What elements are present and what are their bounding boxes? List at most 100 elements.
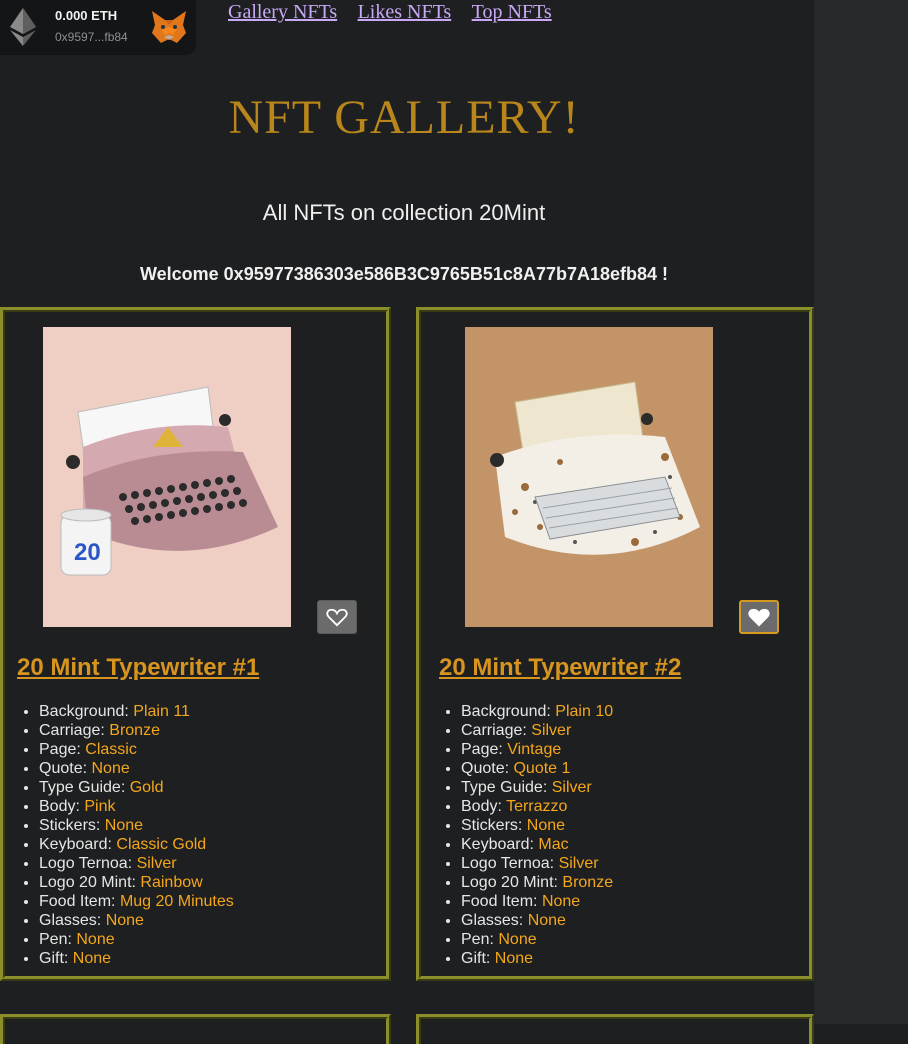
trait-label: Carriage:	[461, 722, 527, 739]
trait-value: None	[104, 817, 144, 834]
trait-value: Bronze	[562, 874, 614, 891]
nft-image[interactable]	[465, 327, 713, 627]
trait-item: Stickers: None	[39, 816, 234, 835]
trait-item: Glasses: None	[39, 911, 234, 930]
trait-label: Quote:	[461, 760, 510, 777]
trait-value: Classic	[85, 741, 137, 758]
nft-card-partial	[0, 1014, 391, 1044]
trait-value: None	[541, 893, 581, 910]
collection-subtitle: All NFTs on collection 20Mint	[262, 200, 546, 225]
trait-label: Quote:	[39, 760, 88, 777]
nft-title-link[interactable]: 20 Mint Typewriter #2	[439, 654, 681, 682]
trait-item: Keyboard: Mac	[461, 835, 613, 854]
trait-value: None	[72, 950, 112, 967]
trait-label: Pen:	[39, 931, 72, 948]
trait-item: Pen: None	[461, 930, 613, 949]
trait-value: None	[526, 817, 566, 834]
trait-label: Body:	[39, 798, 80, 815]
trait-value: None	[105, 912, 144, 929]
trait-item: Carriage: Bronze	[39, 721, 234, 740]
nav-gallery-nfts[interactable]: Gallery NFTs	[228, 1, 337, 23]
like-button[interactable]	[317, 600, 357, 634]
trait-item: Pen: None	[39, 930, 234, 949]
trait-label: Food Item:	[39, 893, 116, 910]
trait-label: Pen:	[461, 931, 494, 948]
trait-value: Silver	[531, 722, 572, 739]
trait-item: Glasses: None	[461, 911, 613, 930]
trait-list: Background: Plain 11 Carriage: Bronze Pa…	[17, 702, 234, 968]
terrazzo-typewriter-illustration	[490, 381, 700, 555]
trait-label: Food Item:	[461, 893, 538, 910]
trait-item: Logo Ternoa: Silver	[39, 854, 234, 873]
wallet-balance: 0.000 ETH	[55, 8, 118, 23]
wallet-widget[interactable]: 0.000 ETH 0x9597...fb84	[0, 0, 196, 55]
trait-value: Terrazzo	[506, 798, 568, 815]
trait-value: Plain 10	[555, 703, 614, 720]
trait-value: Mac	[538, 836, 569, 853]
page-side-strip	[814, 0, 908, 1024]
trait-item: Gift: None	[461, 949, 613, 968]
trait-label: Keyboard:	[39, 836, 112, 853]
trait-value: Quote 1	[513, 760, 571, 777]
page-title: NFT GALLERY!	[228, 91, 580, 144]
trait-label: Type Guide:	[39, 779, 126, 796]
trait-label: Carriage:	[39, 722, 105, 739]
trait-value: Mug 20 Minutes	[119, 893, 234, 910]
trait-item: Body: Pink	[39, 797, 234, 816]
trait-label: Logo Ternoa:	[39, 855, 133, 872]
ethereum-icon	[10, 8, 36, 46]
trait-item: Stickers: None	[461, 816, 613, 835]
nft-image[interactable]: 20	[43, 327, 291, 627]
trait-item: Type Guide: Gold	[39, 778, 234, 797]
trait-item: Quote: None	[39, 759, 234, 778]
trait-value: None	[76, 931, 115, 948]
trait-item: Background: Plain 11	[39, 702, 234, 721]
trait-value: Bronze	[109, 722, 160, 739]
trait-value: None	[498, 931, 537, 948]
trait-list: Background: Plain 10 Carriage: Silver Pa…	[439, 702, 613, 968]
nft-card-partial	[416, 1014, 814, 1044]
trait-value: None	[91, 760, 130, 777]
trait-value: Classic Gold	[116, 836, 207, 853]
welcome-message: Welcome 0x95977386303e586B3C9765B51c8A77…	[139, 264, 669, 284]
mug-label: 20	[74, 539, 101, 566]
nav-top-nfts[interactable]: Top NFTs	[472, 1, 552, 23]
trait-item: Carriage: Silver	[461, 721, 613, 740]
trait-value: Silver	[558, 855, 599, 872]
trait-item: Logo 20 Mint: Bronze	[461, 873, 613, 892]
metamask-fox-icon[interactable]	[150, 9, 188, 45]
trait-value: Silver	[136, 855, 177, 872]
heart-outline-icon	[326, 608, 348, 627]
trait-label: Logo 20 Mint:	[39, 874, 136, 891]
trait-value: Silver	[551, 779, 592, 796]
nft-title-link[interactable]: 20 Mint Typewriter #1	[17, 654, 259, 682]
trait-value: None	[494, 950, 534, 967]
heart-filled-icon	[748, 608, 770, 627]
trait-label: Gift:	[39, 950, 69, 967]
trait-item: Body: Terrazzo	[461, 797, 613, 816]
trait-item: Food Item: None	[461, 892, 613, 911]
top-nav: Gallery NFTs Likes NFTs Top NFTs	[228, 1, 568, 24]
wallet-address: 0x9597...fb84	[55, 30, 128, 44]
trait-label: Background:	[39, 703, 129, 720]
trait-value: Pink	[84, 798, 116, 815]
trait-value: Rainbow	[140, 874, 203, 891]
trait-label: Logo 20 Mint:	[461, 874, 558, 891]
trait-item: Background: Plain 10	[461, 702, 613, 721]
trait-label: Page:	[39, 741, 81, 758]
trait-item: Keyboard: Classic Gold	[39, 835, 234, 854]
trait-item: Gift: None	[39, 949, 234, 968]
trait-label: Stickers:	[39, 817, 101, 834]
trait-item: Logo Ternoa: Silver	[461, 854, 613, 873]
trait-label: Glasses:	[461, 912, 524, 929]
trait-item: Page: Classic	[39, 740, 234, 759]
trait-value: Plain 11	[133, 703, 190, 720]
trait-label: Page:	[461, 741, 503, 758]
nft-card: 20 20 Mint Typewriter #1 Background: Pla…	[0, 307, 391, 981]
like-button[interactable]	[739, 600, 779, 634]
trait-label: Keyboard:	[461, 836, 534, 853]
trait-label: Glasses:	[39, 912, 102, 929]
trait-label: Background:	[461, 703, 551, 720]
nav-likes-nfts[interactable]: Likes NFTs	[358, 1, 452, 23]
trait-value: Vintage	[507, 741, 562, 758]
